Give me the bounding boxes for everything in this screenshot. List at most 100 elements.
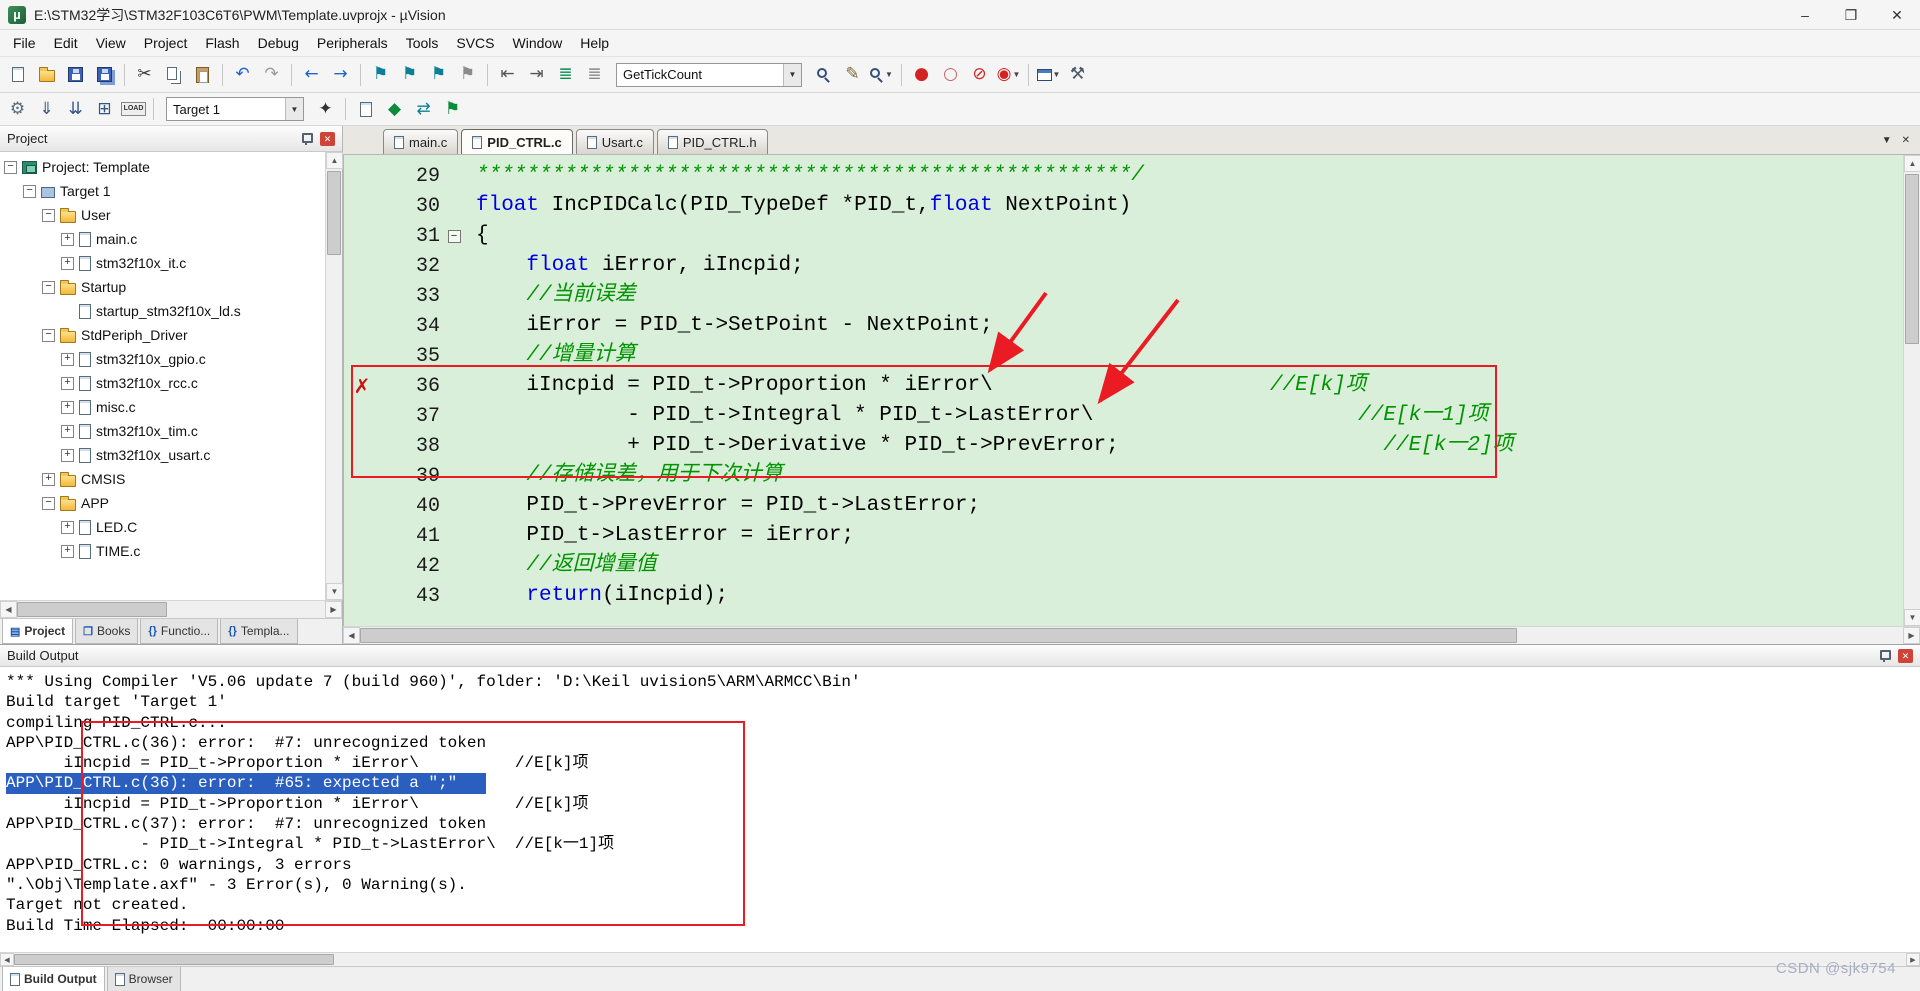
insert-breakpoint-icon[interactable]: ● bbox=[908, 61, 935, 88]
navigate-back-icon[interactable]: ← bbox=[298, 61, 325, 88]
panel-tab-functio-[interactable]: {} Functio... bbox=[140, 619, 219, 644]
tab-list-dropdown-icon[interactable]: ▼ bbox=[1882, 135, 1892, 146]
collapse-icon[interactable]: − bbox=[42, 208, 55, 222]
build-output-line[interactable]: APP\PID_CTRL.c: 0 warnings, 3 errors bbox=[6, 855, 1920, 875]
tree-item[interactable]: startup_stm32f10x_ld.s bbox=[0, 299, 325, 323]
target-combobox[interactable]: Target 1 ▼ bbox=[166, 97, 304, 121]
editor-hscrollbar[interactable]: ◀ ▶ bbox=[343, 626, 1920, 644]
scroll-right-icon[interactable]: ▶ bbox=[325, 601, 342, 618]
download-icon[interactable]: LOAD bbox=[120, 96, 147, 123]
build-output-line[interactable]: Target not created. bbox=[6, 895, 1920, 915]
outdent-icon[interactable]: ⇤ bbox=[494, 61, 521, 88]
build-output-line[interactable]: compiling PID_CTRL.c... bbox=[6, 713, 1920, 733]
close-file-icon[interactable]: ✕ bbox=[1902, 135, 1910, 146]
scroll-right-icon[interactable]: ▶ bbox=[1903, 627, 1920, 644]
window-layout-icon[interactable]: ▼ bbox=[1035, 61, 1062, 88]
build-output-line[interactable]: - PID_t->Integral * PID_t->LastError\ //… bbox=[6, 834, 1920, 854]
bookmark-next-icon[interactable]: ⚑ bbox=[425, 61, 452, 88]
tree-item[interactable]: + stm32f10x_tim.c bbox=[0, 419, 325, 443]
symbol-combobox-dropdown-icon[interactable]: ▼ bbox=[783, 63, 801, 86]
menu-file[interactable]: File bbox=[4, 31, 45, 55]
manage-components-icon[interactable]: ⚑ bbox=[439, 96, 466, 123]
bookmark-prev-icon[interactable]: ⚑ bbox=[396, 61, 423, 88]
navigate-forward-icon[interactable]: → bbox=[327, 61, 354, 88]
save-icon[interactable] bbox=[62, 61, 89, 88]
scroll-left-icon[interactable]: ◀ bbox=[0, 601, 17, 618]
code-text[interactable]: iIncpid = PID_t->Proportion * iError\ //… bbox=[468, 371, 1366, 401]
collapse-icon[interactable]: − bbox=[42, 280, 55, 294]
code-text[interactable]: //存储误差，用于下次计算 bbox=[468, 461, 782, 491]
scroll-up-icon[interactable]: ▲ bbox=[326, 152, 343, 169]
uncomment-selection-icon[interactable]: ≣ bbox=[581, 61, 608, 88]
tree-item[interactable]: + main.c bbox=[0, 227, 325, 251]
build-icon[interactable]: ⇓ bbox=[33, 96, 60, 123]
collapse-icon[interactable]: − bbox=[4, 160, 17, 174]
tree-item[interactable]: − StdPeriph_Driver bbox=[0, 323, 325, 347]
build-output-line[interactable]: *** Using Compiler 'V5.06 update 7 (buil… bbox=[6, 672, 1920, 692]
build-output-line[interactable]: Build target 'Target 1' bbox=[6, 692, 1920, 712]
paste-icon[interactable] bbox=[189, 61, 216, 88]
tree-item[interactable]: + LED.C bbox=[0, 515, 325, 539]
incremental-find-icon[interactable]: ✎ bbox=[839, 61, 866, 88]
collapse-icon[interactable]: − bbox=[42, 328, 55, 342]
scroll-up-icon[interactable]: ▲ bbox=[1904, 155, 1920, 172]
find-icon[interactable]: ▼ bbox=[868, 61, 895, 88]
comment-selection-icon[interactable]: ≣ bbox=[552, 61, 579, 88]
scroll-left-icon[interactable]: ◀ bbox=[343, 627, 360, 644]
tree-item[interactable]: + CMSIS bbox=[0, 467, 325, 491]
menu-peripherals[interactable]: Peripherals bbox=[308, 31, 397, 55]
cut-icon[interactable]: ✂ bbox=[131, 61, 158, 88]
tree-item[interactable]: + stm32f10x_usart.c bbox=[0, 443, 325, 467]
build-output-line[interactable]: ".\Obj\Template.axf" - 3 Error(s), 0 War… bbox=[6, 875, 1920, 895]
code-text[interactable]: - PID_t->Integral * PID_t->LastError\ //… bbox=[468, 401, 1488, 431]
code-editor[interactable]: 29 **************************************… bbox=[343, 155, 1903, 626]
code-text[interactable]: //当前误差 bbox=[468, 281, 635, 311]
copy-icon[interactable] bbox=[160, 61, 187, 88]
panel-tab-templa-[interactable]: {} Templa... bbox=[220, 619, 298, 644]
menu-window[interactable]: Window bbox=[504, 31, 572, 55]
rebuild-icon[interactable]: ⇊ bbox=[62, 96, 89, 123]
scroll-down-icon[interactable]: ▼ bbox=[1904, 609, 1920, 626]
find-in-files-icon[interactable] bbox=[810, 61, 837, 88]
bookmark-clear-icon[interactable]: ⚑ bbox=[454, 61, 481, 88]
code-text[interactable]: + PID_t->Derivative * PID_t->PrevError; … bbox=[468, 431, 1513, 461]
build-output-line[interactable]: iIncpid = PID_t->Proportion * iError\ //… bbox=[6, 753, 1920, 773]
wrench-icon[interactable]: ⚒ bbox=[1064, 61, 1091, 88]
build-output-line[interactable]: Build Time Elapsed: 00:00:00 bbox=[6, 916, 1920, 936]
translate-icon[interactable]: ⚙ bbox=[4, 96, 31, 123]
bookmark-toggle-icon[interactable]: ⚑ bbox=[367, 61, 394, 88]
tree-item[interactable]: − Startup bbox=[0, 275, 325, 299]
scroll-left-icon[interactable]: ◀ bbox=[0, 953, 14, 966]
breakpoint-options-icon[interactable]: ◉ ▼ bbox=[995, 61, 1022, 88]
tree-item[interactable]: − APP bbox=[0, 491, 325, 515]
menu-debug[interactable]: Debug bbox=[249, 31, 308, 55]
build-output-line[interactable]: iIncpid = PID_t->Proportion * iError\ //… bbox=[6, 794, 1920, 814]
editor-vscrollbar[interactable]: ▲ ▼ bbox=[1903, 155, 1920, 626]
expand-icon[interactable]: + bbox=[61, 520, 74, 534]
tree-item[interactable]: − Project: Template bbox=[0, 155, 325, 179]
editor-tab-usart-c[interactable]: Usart.c bbox=[575, 129, 654, 154]
collapse-icon[interactable]: − bbox=[42, 496, 55, 510]
build-output-line[interactable]: APP\PID_CTRL.c(37): error: #7: unrecogni… bbox=[6, 814, 1920, 834]
save-all-icon[interactable] bbox=[91, 61, 118, 88]
maximize-button[interactable]: ❐ bbox=[1828, 0, 1874, 30]
editor-tab-main-c[interactable]: main.c bbox=[383, 129, 459, 154]
kill-breakpoints-icon[interactable]: ⊘ bbox=[966, 61, 993, 88]
pin-icon[interactable] bbox=[1878, 650, 1891, 662]
expand-icon[interactable]: + bbox=[61, 448, 74, 462]
goto-next-icon[interactable]: ◆ bbox=[381, 96, 408, 123]
fold-collapse-icon[interactable]: − bbox=[447, 229, 461, 243]
menu-svcs[interactable]: SVCS bbox=[447, 31, 503, 55]
file-extensions-icon[interactable] bbox=[352, 96, 379, 123]
new-file-icon[interactable] bbox=[4, 61, 31, 88]
bottom-tab-build-output[interactable]: Build Output bbox=[2, 967, 105, 991]
scroll-down-icon[interactable]: ▼ bbox=[326, 583, 343, 600]
open-file-icon[interactable] bbox=[33, 61, 60, 88]
menu-flash[interactable]: Flash bbox=[196, 31, 248, 55]
tree-item[interactable]: − Target 1 bbox=[0, 179, 325, 203]
bottom-tab-browser[interactable]: Browser bbox=[106, 967, 181, 991]
target-options-icon[interactable]: ✦ bbox=[312, 96, 339, 123]
menu-edit[interactable]: Edit bbox=[45, 31, 87, 55]
minimize-button[interactable]: – bbox=[1782, 0, 1828, 30]
build-output-line-selected[interactable]: APP\PID_CTRL.c(36): error: #65: expected… bbox=[6, 773, 486, 794]
